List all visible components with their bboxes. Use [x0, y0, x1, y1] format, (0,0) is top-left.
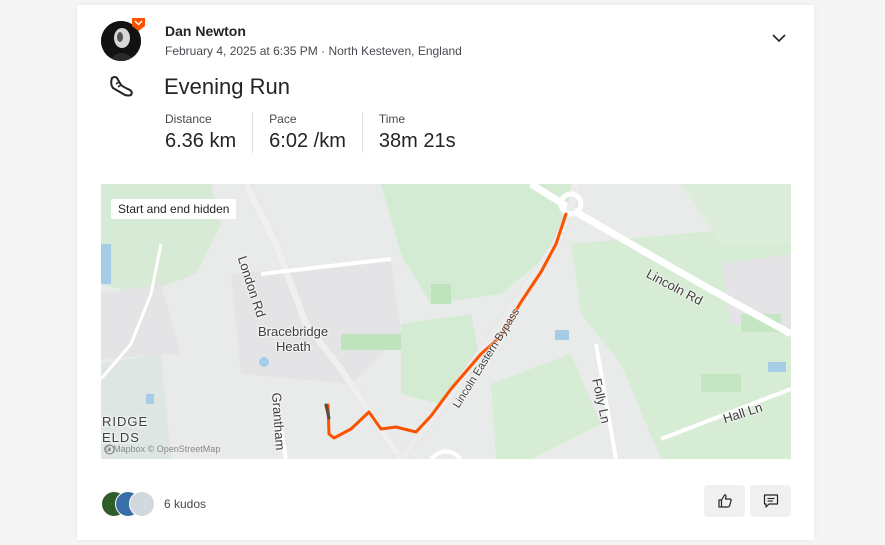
comment-icon — [763, 494, 778, 508]
activity-location: North Kesteven, England — [328, 44, 462, 58]
comment-button[interactable] — [750, 485, 791, 517]
privacy-badge: Start and end hidden — [111, 199, 237, 219]
stat-value: 38m 21s — [378, 130, 456, 152]
map-label-bracebridge: Bracebridge — [258, 324, 329, 339]
activity-title[interactable]: Evening Run — [164, 74, 290, 100]
activity-stats: Distance 6.36 km Pace 6:02 /km Time 38m … — [165, 112, 488, 153]
give-kudos-button[interactable] — [704, 485, 745, 517]
thumbs-up-icon — [717, 494, 732, 508]
map-label-bridge: RIDGE — [102, 414, 149, 429]
meta-separator: · — [317, 44, 329, 58]
map-attribution-text[interactable]: © Mapbox © OpenStreetMap — [104, 444, 220, 454]
stat-label: Pace — [269, 112, 297, 126]
route-map[interactable]: Start and end hidden London Rd Lincoln R… — [101, 184, 791, 459]
activity-card: Dan Newton February 4, 2025 at 6:35 PM ·… — [77, 5, 814, 540]
map-canvas — [101, 184, 791, 459]
stat-label: Time — [378, 112, 406, 126]
stat-label: Distance — [165, 112, 212, 126]
stat-time: Time 38m 21s — [379, 112, 472, 153]
map-attribution[interactable]: © Mapbox © OpenStreetMap — [104, 444, 220, 455]
subscriber-badge-icon — [132, 18, 145, 31]
stat-distance: Distance 6.36 km — [165, 112, 254, 153]
stat-value: 6.36 km — [165, 130, 237, 152]
stat-pace: Pace 6:02 /km — [269, 112, 363, 153]
running-shoe-icon — [110, 76, 133, 97]
stat-value: 6:02 /km — [269, 130, 346, 152]
map-label-heath: Heath — [276, 339, 311, 354]
athlete-name[interactable]: Dan Newton — [165, 23, 246, 39]
map-label-fields: ELDS — [102, 430, 140, 445]
activity-date: February 4, 2025 at 6:35 PM — [165, 44, 318, 58]
kudos-count[interactable]: 6 kudos — [164, 497, 206, 511]
chevron-down-icon[interactable] — [770, 31, 788, 45]
mapbox-logo-icon — [104, 444, 115, 455]
activity-meta: February 4, 2025 at 6:35 PM · North Kest… — [165, 44, 462, 58]
kudos-avatar — [129, 491, 155, 517]
kudos-avatars[interactable] — [101, 491, 161, 517]
